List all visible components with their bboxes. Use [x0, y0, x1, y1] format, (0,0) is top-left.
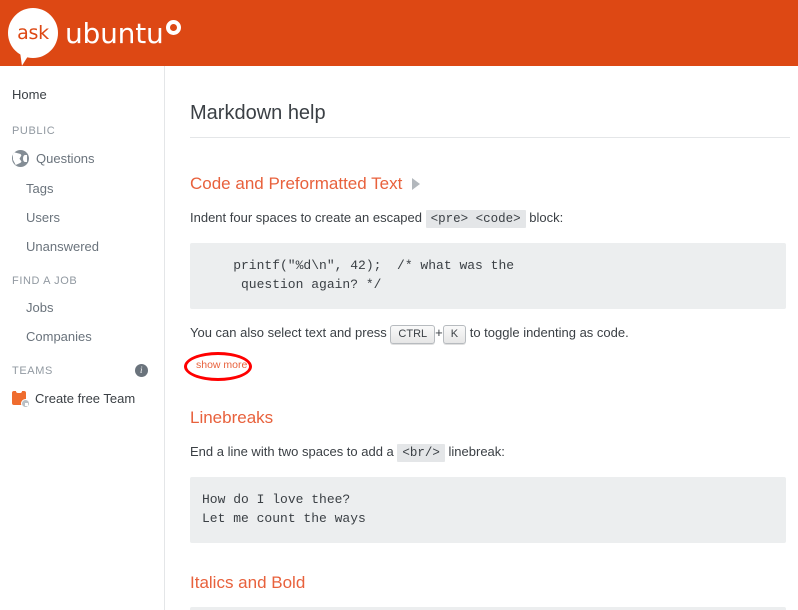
code-block-printf: printf("%d\n", 42); /* what was the ques… [190, 243, 786, 309]
section-heading-linebreaks[interactable]: Linebreaks [190, 408, 788, 428]
sidebar-item-companies[interactable]: Companies [0, 322, 164, 351]
intro-text-after: block: [525, 210, 564, 225]
info-icon[interactable]: i [135, 364, 148, 377]
section-heading-label: Linebreaks [190, 407, 274, 427]
ubuntu-circle-icon [165, 19, 181, 35]
sidebar-item-label: Questions [36, 151, 95, 166]
section-heading-italics-bold[interactable]: Italics and Bold [190, 573, 788, 593]
site-header: ask ubuntu [0, 0, 798, 66]
chevron-right-icon[interactable] [412, 178, 421, 190]
title-divider [190, 137, 790, 138]
main-content: Markdown help Code and Preformatted Text… [166, 66, 798, 610]
code-section-intro: Indent four spaces to create an escaped … [190, 208, 788, 229]
code-block-italics-bold: *This is italicized*, and so is _this_. [190, 606, 786, 610]
sidebar-item-label: Users [26, 210, 60, 225]
sidebar-item-questions[interactable]: Questions [0, 143, 164, 174]
intro-text-before: Indent four spaces to create an escaped [190, 210, 426, 225]
sidebar-section-label: FIND A JOB [12, 275, 78, 287]
kbd-ctrl: CTRL [390, 324, 436, 344]
intro-text-before: End a line with two spaces to add a [190, 443, 398, 459]
logo-bubble-tail [20, 51, 33, 66]
inline-code-br: <br/> [397, 443, 445, 462]
sidebar-item-home[interactable]: Home [0, 78, 164, 111]
sidebar-item-unanswered[interactable]: Unanswered [0, 232, 164, 261]
logo-ubuntu-text: ubuntu [65, 16, 164, 50]
section-heading-label: Italics and Bold [190, 572, 306, 592]
code-line-1: printf("%d\n", 42); /* what was the [233, 258, 515, 273]
sidebar-item-tags[interactable]: Tags [0, 174, 164, 203]
page-title: Markdown help [190, 102, 326, 124]
show-more-link[interactable]: show more [196, 359, 247, 371]
sidebar-section-teams: TEAMS i [0, 351, 164, 383]
kbd-text-after: to toggle indenting as code. [466, 324, 629, 340]
kbd-k: K [442, 324, 467, 344]
code-line-2: question again? */ [233, 276, 382, 292]
sidebar-item-create-free-team[interactable]: Create free Team [0, 383, 164, 414]
team-box-lock-icon [12, 390, 30, 408]
code-line-2: Let me count the ways [202, 510, 366, 526]
intro-text-after: linebreak: [444, 443, 505, 459]
code-block-linebreaks: How do I love thee? Let me count the way… [190, 476, 786, 543]
kbd-text-before: You can also select text and press [190, 324, 391, 340]
sidebar-item-label: Tags [26, 181, 54, 196]
code-line-1: How do I love thee? [202, 491, 351, 507]
sidebar-section-label: PUBLIC [12, 125, 56, 137]
left-sidebar: Home PUBLIC Questions Tags Users Unanswe… [0, 66, 165, 610]
sidebar-item-label: Home [12, 87, 47, 102]
keyboard-shortcut-text: You can also select text and press CTRL +… [190, 323, 788, 344]
section-heading-code-preformatted[interactable]: Code and Preformatted Text [190, 174, 788, 194]
show-more-container: show more [184, 351, 788, 381]
sidebar-item-label: Companies [26, 329, 92, 344]
team-box-notch [16, 390, 22, 393]
inline-code-pre-code: <pre> <code> [425, 210, 526, 228]
sidebar-item-users[interactable]: Users [0, 203, 164, 232]
linebreaks-section-intro: End a line with two spaces to add a <br/… [190, 442, 788, 463]
sidebar-item-jobs[interactable]: Jobs [0, 293, 164, 322]
section-heading-label: Code and Preformatted Text [190, 174, 403, 193]
sidebar-section-public: PUBLIC [0, 111, 164, 143]
sidebar-item-label: Unanswered [26, 239, 99, 254]
sidebar-item-label: Jobs [26, 300, 54, 315]
sidebar-section-find-a-job: FIND A JOB [0, 261, 164, 293]
sidebar-section-label: TEAMS [12, 365, 53, 377]
logo-speech-bubble: ask [8, 8, 58, 66]
globe-icon [12, 150, 29, 167]
kbd-plus: + [435, 324, 443, 340]
lock-badge-icon [21, 399, 30, 408]
sidebar-item-label: Create free Team [35, 391, 136, 406]
site-logo[interactable]: ask ubuntu [8, 8, 181, 66]
logo-ask-text: ask [17, 22, 49, 44]
